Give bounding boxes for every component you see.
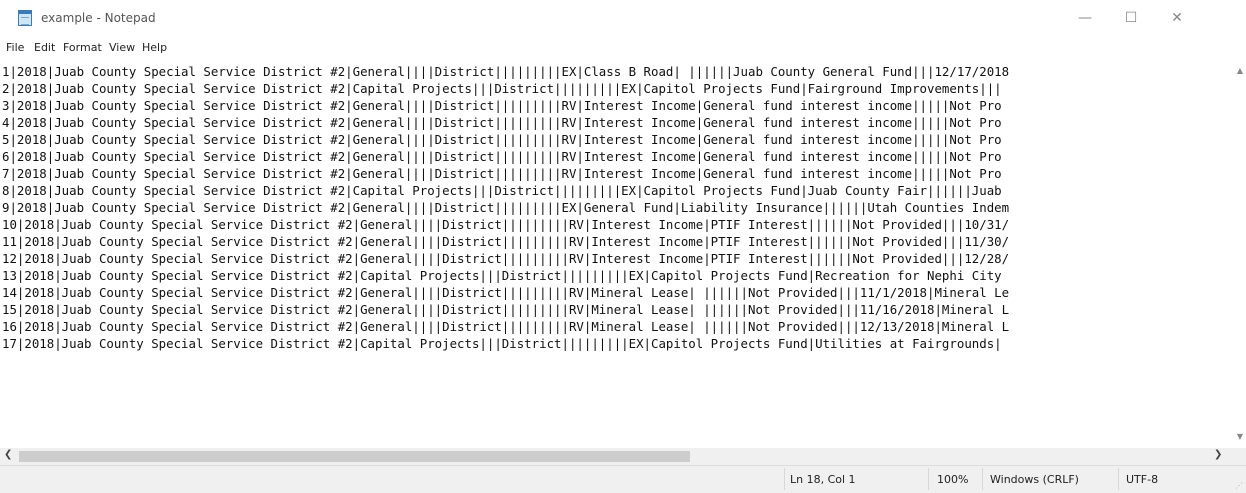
- text-line: 17|2018|Juab County Special Service Dist…: [2, 336, 1002, 351]
- resize-grip-icon[interactable]: ⋰: [1235, 482, 1243, 490]
- scroll-right-icon[interactable]: ❯: [1214, 449, 1222, 460]
- text-line: 14|2018|Juab County Special Service Dist…: [2, 285, 1010, 300]
- scroll-left-icon[interactable]: ❮: [4, 449, 12, 460]
- cursor-position: Ln 18, Col 1: [790, 473, 856, 486]
- horizontal-scroll-thumb[interactable]: [19, 451, 690, 462]
- text-line: 9|2018|Juab County Special Service Distr…: [2, 200, 1010, 215]
- text-line: 3|2018|Juab County Special Service Distr…: [2, 98, 1002, 113]
- encoding: UTF-8: [1126, 473, 1159, 486]
- text-line: 8|2018|Juab County Special Service Distr…: [2, 183, 1002, 198]
- text-line: 2|2018|Juab County Special Service Distr…: [2, 81, 1002, 96]
- text-line: 6|2018|Juab County Special Service Distr…: [2, 149, 1002, 164]
- text-line: 10|2018|Juab County Special Service Dist…: [2, 217, 1010, 232]
- status-divider: [982, 468, 983, 490]
- text-line: 7|2018|Juab County Special Service Distr…: [2, 166, 1002, 181]
- text-line: 13|2018|Juab County Special Service Dist…: [2, 268, 1002, 283]
- vertical-scrollbar[interactable]: ▲ ▼: [1234, 60, 1246, 448]
- status-divider: [928, 468, 929, 490]
- minimize-button[interactable]: —: [1062, 0, 1108, 36]
- text-line: 4|2018|Juab County Special Service Distr…: [2, 115, 1002, 130]
- maximize-button[interactable]: ☐: [1108, 0, 1154, 36]
- status-divider: [1118, 468, 1119, 490]
- zoom-level: 100%: [937, 473, 969, 486]
- horizontal-scrollbar[interactable]: ❮ ❯: [0, 448, 1234, 465]
- text-line: 12|2018|Juab County Special Service Dist…: [2, 251, 1010, 266]
- scrollbar-corner: [1234, 448, 1246, 465]
- menu-help[interactable]: Help: [142, 41, 167, 54]
- scroll-down-icon[interactable]: ▼: [1234, 432, 1246, 441]
- line-ending: Windows (CRLF): [990, 473, 1079, 486]
- text-editor[interactable]: 1|2018|Juab County Special Service Distr…: [0, 60, 1234, 448]
- menu-format[interactable]: Format: [63, 41, 102, 54]
- text-line: 11|2018|Juab County Special Service Dist…: [2, 234, 1010, 249]
- menu-bar: File Edit Format View Help: [0, 38, 1246, 58]
- text-line: 5|2018|Juab County Special Service Distr…: [2, 132, 1002, 147]
- menu-file[interactable]: File: [6, 41, 24, 54]
- menu-view[interactable]: View: [109, 41, 135, 54]
- scroll-up-icon[interactable]: ▲: [1234, 66, 1246, 75]
- status-divider: [784, 468, 785, 490]
- window-title: example - Notepad: [41, 11, 156, 25]
- notepad-icon: [18, 10, 32, 26]
- menu-edit[interactable]: Edit: [34, 41, 55, 54]
- text-line: 16|2018|Juab County Special Service Dist…: [2, 319, 1010, 334]
- text-line: 1|2018|Juab County Special Service Distr…: [2, 64, 1010, 79]
- text-line: 15|2018|Juab County Special Service Dist…: [2, 302, 1010, 317]
- status-bar: Ln 18, Col 1 100% Windows (CRLF) UTF-8 ⋰: [0, 465, 1246, 493]
- title-bar: example - Notepad — ☐ ✕: [0, 0, 1246, 36]
- close-button[interactable]: ✕: [1154, 0, 1200, 36]
